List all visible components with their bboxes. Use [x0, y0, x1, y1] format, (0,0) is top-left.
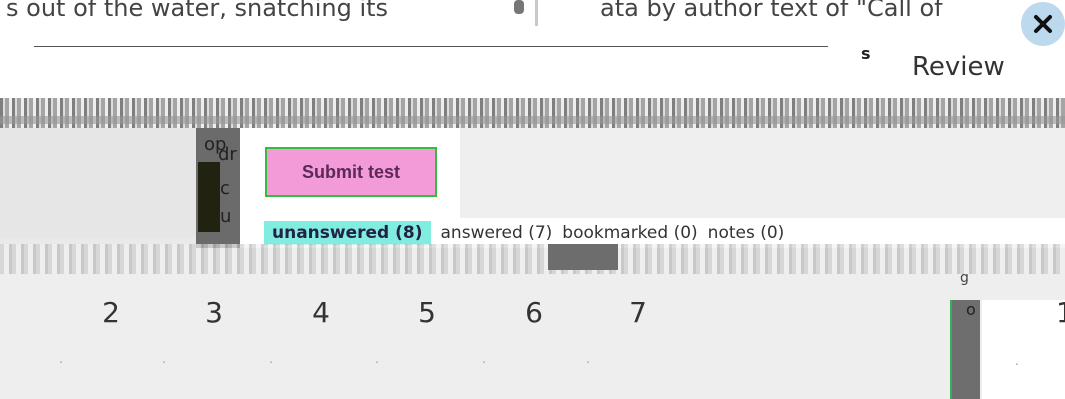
glitch-band-lower [0, 244, 1065, 274]
glitch-band [0, 98, 1065, 128]
passage-text-left: s out of the water, snatching its [6, 0, 389, 22]
next-question-number[interactable]: 1 [1056, 296, 1065, 329]
next-question-status: . [1015, 354, 1019, 368]
close-button[interactable] [1021, 2, 1065, 46]
close-icon [1034, 15, 1052, 33]
question-status: . [586, 352, 590, 366]
review-panel-header: s Review [0, 26, 1065, 98]
question-grid [0, 274, 1065, 399]
header-underline [34, 46, 828, 47]
question-number[interactable]: 2 [71, 296, 151, 329]
filter-bookmarked[interactable]: bookmarked (0) [562, 223, 697, 243]
question-number[interactable]: 4 [281, 296, 361, 329]
question-number[interactable]: 3 [174, 296, 254, 329]
nav-g-mark: g [960, 270, 969, 286]
question-status: . [269, 352, 273, 366]
question-filters: unanswered (8) answered (7) bookmarked (… [264, 220, 784, 246]
left-stub-inner [198, 162, 220, 232]
action-card-right [460, 128, 1065, 218]
scrollbar-thumb[interactable] [514, 0, 524, 14]
left-panel [0, 128, 196, 238]
submit-test-button[interactable]: Submit test [265, 147, 437, 197]
question-number[interactable]: 6 [494, 296, 574, 329]
passage-text-right: ata by author text of "Call of [600, 0, 943, 22]
question-number[interactable]: 7 [598, 296, 678, 329]
question-status: . [59, 352, 63, 366]
next-question-box[interactable]: 1 . [982, 296, 1065, 399]
header-s-mark: s [861, 44, 871, 63]
question-nav-divider: o [950, 300, 980, 399]
stub-text-4: u [220, 206, 232, 227]
filter-notes[interactable]: notes (0) [708, 223, 785, 243]
question-number[interactable]: 5 [387, 296, 467, 329]
filter-answered[interactable]: answered (7) [441, 223, 553, 243]
stub-text-2: dr [218, 144, 237, 165]
glitch-block [548, 244, 618, 270]
question-status: . [375, 352, 379, 366]
review-title: Review [912, 52, 1005, 82]
glitch-line [0, 116, 1065, 124]
nav-o-mark: o [966, 300, 976, 319]
stub-text-3: c [220, 178, 230, 199]
question-status: . [482, 352, 486, 366]
filter-unanswered[interactable]: unanswered (8) [264, 221, 431, 245]
question-status: . [162, 352, 166, 366]
